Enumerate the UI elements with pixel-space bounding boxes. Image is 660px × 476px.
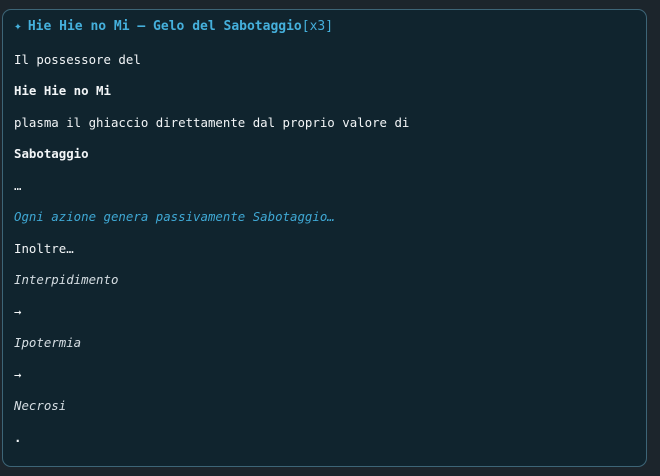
period-line: . <box>14 430 22 445</box>
fruit-name: Hie Hie no Mi <box>14 83 111 98</box>
ability-card: ✦ Hie Hie no Mi – Gelo del Sabotaggio[x3]… <box>2 9 647 467</box>
stage-2-label: Ipotermia <box>14 335 82 350</box>
stat-name: Sabotaggio <box>14 146 89 161</box>
arrow-right-icon: → <box>14 304 22 319</box>
stage-3-label: Necrosi <box>14 398 67 413</box>
passive-effect-line: Ogni azione genera passivamente Sabotagg… <box>14 209 335 224</box>
sparkle-icon: ✦ <box>14 19 22 34</box>
card-title-count: [x3] <box>301 19 334 34</box>
arrow-right-icon: → <box>14 367 22 382</box>
card-title-text: Hie Hie no Mi – Gelo del Sabotaggio <box>27 19 302 34</box>
moreover-line: Inoltre… <box>14 241 74 256</box>
ellipsis-line: … <box>14 178 22 193</box>
description-line-2: plasma il ghiaccio direttamente dal prop… <box>14 115 410 130</box>
description-line-1: Il possessore del <box>14 52 141 67</box>
stage-1-label: Interpidimento <box>14 272 119 287</box>
card-title: ✦ Hie Hie no Mi – Gelo del Sabotaggio[x3] <box>14 19 333 34</box>
